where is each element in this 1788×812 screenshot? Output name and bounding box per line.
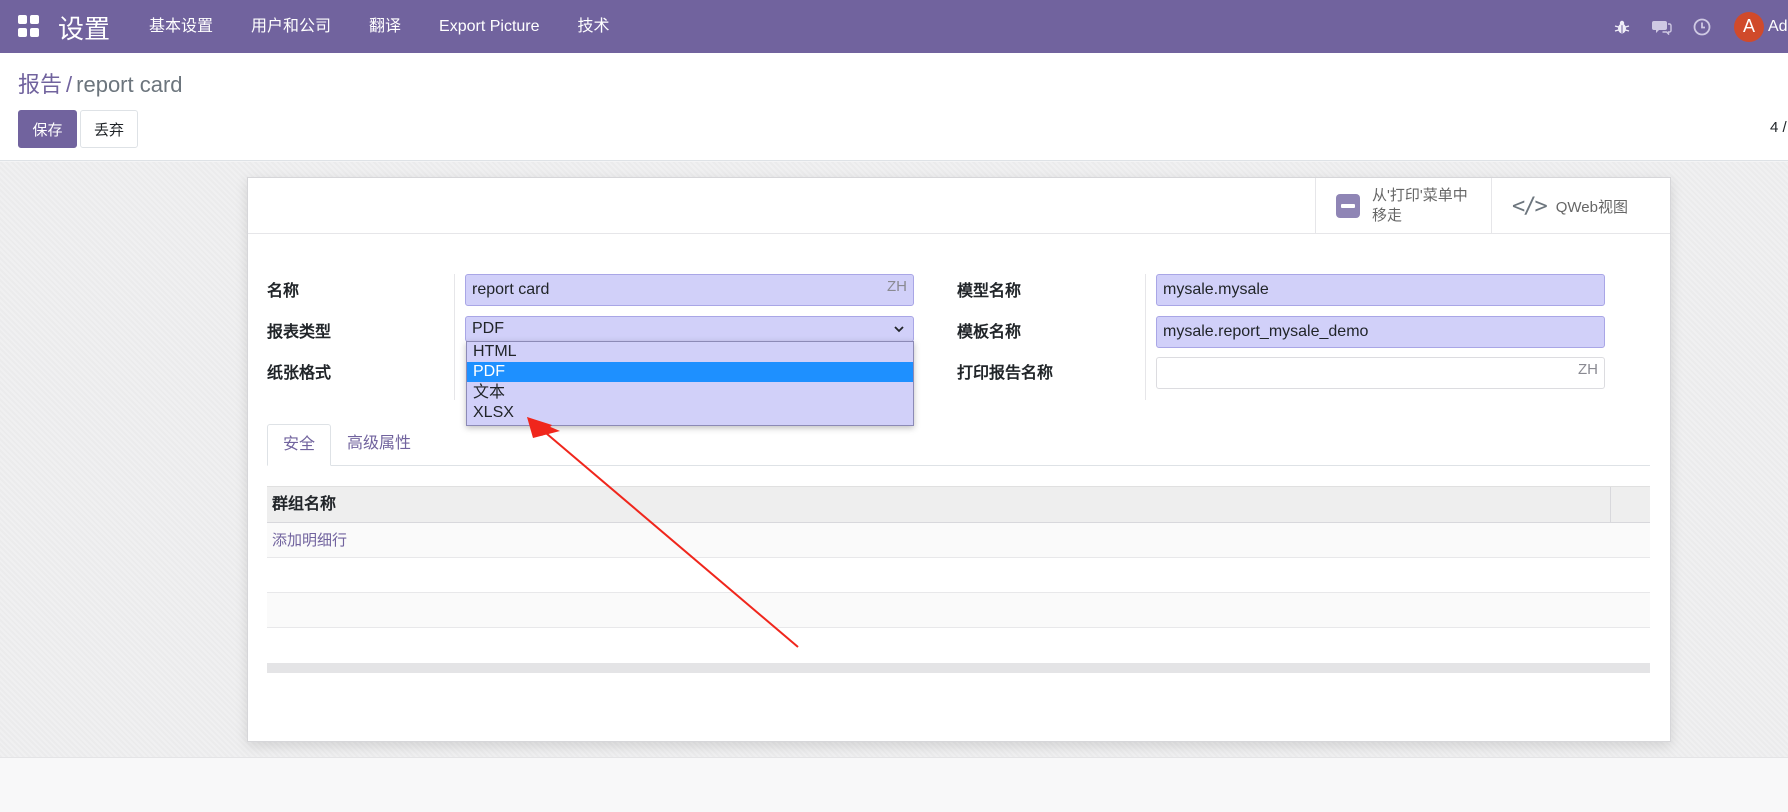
app-title[interactable]: 设置 <box>58 9 110 46</box>
label-separator-right <box>1145 274 1146 400</box>
print-name-lang-button[interactable]: ZH <box>1578 361 1598 378</box>
report-type-select[interactable]: PDF <box>465 316 914 342</box>
main-menu: 基本设置 用户和公司 翻译 Export Picture 技术 <box>130 0 629 53</box>
name-value: report card <box>472 281 550 298</box>
table-header: 群组名称 <box>267 486 1650 523</box>
breadcrumb-parent[interactable]: 报告 <box>18 72 62 97</box>
groups-table: 群组名称 添加明细行 <box>267 486 1650 673</box>
menu-item-export-picture[interactable]: Export Picture <box>420 0 558 53</box>
group-name-column-header[interactable]: 群组名称 <box>272 487 336 523</box>
report-type-dropdown: HTML PDF 文本 XLSX <box>466 341 914 426</box>
option-text[interactable]: 文本 <box>467 383 913 403</box>
remove-from-print-menu-label: 从'打印'菜单中移走 <box>1372 187 1468 224</box>
remove-from-print-menu-button[interactable]: 从'打印'菜单中移走 <box>1315 178 1491 234</box>
menu-item-users-companies[interactable]: 用户和公司 <box>232 0 350 53</box>
name-field[interactable]: report card ZH <box>465 274 914 306</box>
bug-icon[interactable] <box>1602 0 1642 53</box>
menu-item-technical[interactable]: 技术 <box>559 0 629 53</box>
pager-value[interactable]: 4 / 4 <box>1770 119 1788 136</box>
template-name-value: mysale.report_mysale_demo <box>1163 323 1369 340</box>
user-name[interactable]: Admin <box>1768 18 1788 36</box>
template-label: 模板名称 <box>957 324 1022 341</box>
notebook-tabs: 安全 高级属性 <box>267 424 1650 466</box>
option-html[interactable]: HTML <box>467 342 913 362</box>
table-row: 添加明细行 <box>267 523 1650 558</box>
report-type-value: PDF <box>472 320 504 337</box>
breadcrumb-separator: / <box>66 72 73 97</box>
add-line-link[interactable]: 添加明细行 <box>272 523 347 558</box>
table-row <box>267 558 1650 593</box>
print-report-name-label: 打印报告名称 <box>957 365 1054 382</box>
discard-button[interactable]: 丢弃 <box>80 110 138 148</box>
breadcrumb-current: report card <box>76 72 183 97</box>
model-name-field[interactable]: mysale.mysale <box>1156 274 1605 306</box>
tab-security[interactable]: 安全 <box>267 424 332 466</box>
print-report-name-field[interactable]: ZH <box>1156 357 1605 389</box>
table-footer <box>267 663 1650 673</box>
apps-grid-icon[interactable] <box>18 15 40 37</box>
control-panel: 报告/report card 保存 丢弃 4 / 4 <box>0 53 1788 161</box>
model-label: 模型名称 <box>957 283 1022 300</box>
bottom-strip <box>0 757 1788 812</box>
template-name-field[interactable]: mysale.report_mysale_demo <box>1156 316 1605 348</box>
top-navbar: 设置 基本设置 用户和公司 翻译 Export Picture 技术 A Adm… <box>0 0 1788 53</box>
menu-item-translations[interactable]: 翻译 <box>350 0 420 53</box>
smart-button-box: 从'打印'菜单中移走 </> QWeb视图 <box>248 178 1670 234</box>
systray: A Admin <box>1602 0 1788 53</box>
header-divider <box>1610 487 1611 523</box>
option-pdf[interactable]: PDF <box>467 362 913 382</box>
option-xlsx[interactable]: XLSX <box>467 403 913 423</box>
paper-format-label: 纸张格式 <box>267 365 332 382</box>
code-icon: </> <box>1512 193 1548 219</box>
minus-square-icon <box>1336 194 1360 218</box>
report-type-label: 报表类型 <box>267 324 332 341</box>
chevron-down-icon <box>893 322 905 338</box>
qweb-view-button[interactable]: </> QWeb视图 <box>1491 178 1670 234</box>
table-row <box>267 593 1650 628</box>
name-label: 名称 <box>267 283 300 300</box>
breadcrumb: 报告 / report card <box>18 67 183 99</box>
chat-icon[interactable] <box>1642 0 1682 53</box>
model-name-value: mysale.mysale <box>1163 281 1269 298</box>
save-button[interactable]: 保存 <box>18 110 77 148</box>
menu-item-basic-settings[interactable]: 基本设置 <box>130 0 232 53</box>
clock-icon[interactable] <box>1682 0 1722 53</box>
qweb-view-label: QWeb视图 <box>1555 198 1628 216</box>
name-lang-button[interactable]: ZH <box>887 278 907 295</box>
user-avatar[interactable]: A <box>1734 11 1764 42</box>
tab-advanced-properties[interactable]: 高级属性 <box>332 424 426 466</box>
label-separator-left <box>454 274 455 400</box>
